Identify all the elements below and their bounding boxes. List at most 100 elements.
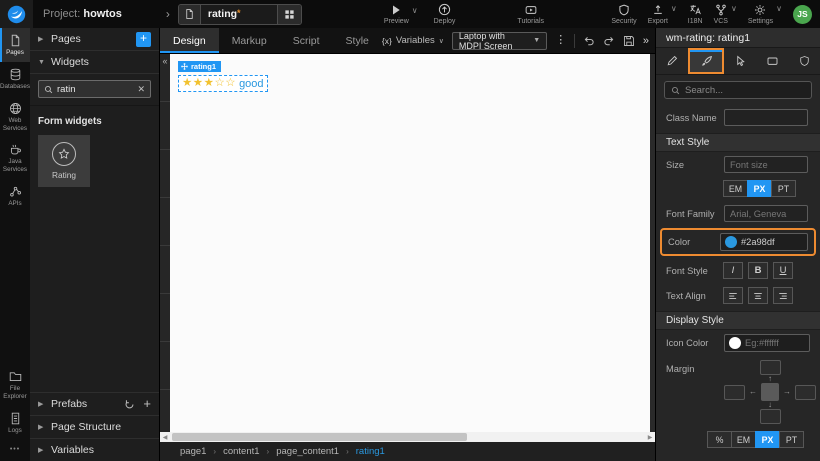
rating-widget-tile[interactable]: Rating bbox=[38, 135, 90, 187]
add-page-button[interactable]: + bbox=[136, 32, 151, 47]
tab-design[interactable]: Design bbox=[160, 28, 219, 53]
pages-section-header[interactable]: ▶ Pages + bbox=[30, 28, 159, 51]
margin-top-input[interactable] bbox=[760, 360, 781, 375]
tab-properties[interactable] bbox=[656, 48, 688, 74]
rating-widget-body[interactable]: ★★★☆☆ good bbox=[178, 75, 268, 92]
rating-widget-on-canvas[interactable]: rating1 ★★★☆☆ good bbox=[178, 57, 268, 92]
export-dropdown-chevron[interactable]: ∨ bbox=[671, 4, 677, 13]
preview-dropdown-chevron[interactable]: ∨ bbox=[412, 6, 418, 15]
rail-item-file-explorer[interactable]: File Explorer bbox=[0, 364, 30, 406]
widgets-section-header[interactable]: ▼ Widgets bbox=[30, 51, 159, 74]
rail-item-databases[interactable]: Databases bbox=[0, 62, 30, 96]
color-value[interactable]: #2a98df bbox=[741, 237, 775, 247]
page-grid-icon[interactable] bbox=[277, 5, 301, 24]
variables-button[interactable]: {x} Variables ∨ bbox=[382, 35, 444, 46]
page-name[interactable]: rating* bbox=[201, 8, 277, 20]
rating-caption: good bbox=[239, 78, 263, 90]
rail-item-pages[interactable]: Pages bbox=[0, 28, 30, 62]
page-selector[interactable]: rating* bbox=[178, 4, 302, 25]
tab-markup[interactable]: Markup bbox=[219, 28, 280, 53]
property-search-input[interactable] bbox=[685, 85, 805, 96]
collapse-left-panel-button[interactable]: « bbox=[162, 54, 167, 68]
class-name-input[interactable] bbox=[724, 109, 808, 126]
undo-button[interactable] bbox=[583, 35, 595, 47]
property-search[interactable] bbox=[664, 81, 812, 99]
selected-widget-tag[interactable]: rating1 bbox=[178, 61, 221, 72]
scrollbar-track[interactable] bbox=[170, 432, 645, 442]
breadcrumb-page1[interactable]: page1 bbox=[180, 446, 206, 457]
tab-style[interactable]: Style bbox=[333, 28, 382, 53]
margin-center-handle[interactable] bbox=[761, 383, 779, 401]
scrollbar-thumb[interactable] bbox=[172, 433, 467, 441]
refresh-prefabs-icon[interactable] bbox=[124, 399, 135, 410]
export-button[interactable]: Export bbox=[648, 4, 668, 25]
collapsed-triangle-icon: ▶ bbox=[38, 423, 45, 431]
i18n-button[interactable]: I18N bbox=[688, 4, 703, 25]
unit-px-button[interactable]: PX bbox=[755, 431, 780, 448]
color-input-group[interactable]: #2a98df bbox=[720, 233, 808, 251]
align-center-button[interactable] bbox=[748, 287, 768, 304]
scroll-right-arrow[interactable]: ▶ bbox=[645, 432, 655, 442]
rail-item-web-services[interactable]: Web Services bbox=[0, 96, 30, 138]
widget-search-input[interactable] bbox=[57, 84, 133, 95]
align-right-button[interactable] bbox=[773, 287, 793, 304]
font-size-input[interactable] bbox=[724, 156, 808, 173]
rail-item-logs[interactable]: Logs bbox=[0, 406, 30, 440]
add-prefab-button[interactable]: + bbox=[143, 399, 151, 409]
rating-stars[interactable]: ★★★☆☆ bbox=[182, 78, 236, 90]
prefabs-section-header[interactable]: ▶ Prefabs + bbox=[30, 392, 159, 415]
breadcrumb-page-content1[interactable]: page_content1 bbox=[276, 446, 339, 457]
unit-percent-button[interactable]: % bbox=[707, 431, 732, 448]
bold-button[interactable]: B bbox=[748, 262, 768, 279]
tutorials-button[interactable]: Tutorials bbox=[517, 4, 544, 25]
unit-px-button[interactable]: PX bbox=[747, 180, 772, 197]
scroll-left-arrow[interactable]: ◀ bbox=[160, 432, 170, 442]
margin-left-input[interactable] bbox=[724, 385, 745, 400]
color-swatch[interactable] bbox=[725, 236, 737, 248]
rail-more-button[interactable]: ••• bbox=[0, 440, 30, 461]
breadcrumb-content1[interactable]: content1 bbox=[223, 446, 259, 457]
design-canvas[interactable]: rating1 ★★★☆☆ good bbox=[170, 54, 650, 432]
tab-devices[interactable] bbox=[756, 48, 788, 74]
settings-button[interactable]: Settings bbox=[748, 4, 773, 25]
rail-item-java-services[interactable]: Java Services bbox=[0, 137, 30, 179]
unit-pt-button[interactable]: PT bbox=[771, 180, 796, 197]
tab-events[interactable] bbox=[724, 48, 756, 74]
expand-panel-button[interactable]: » bbox=[643, 35, 649, 47]
font-family-input[interactable] bbox=[724, 205, 808, 222]
deploy-button[interactable]: Deploy bbox=[434, 3, 456, 25]
italic-button[interactable]: I bbox=[723, 262, 743, 279]
vcs-button[interactable]: VCS bbox=[714, 4, 728, 25]
icon-color-input-group[interactable] bbox=[724, 334, 810, 352]
user-avatar[interactable]: JS bbox=[793, 5, 812, 24]
align-left-button[interactable] bbox=[723, 287, 743, 304]
breadcrumb-chevron-icon: › bbox=[166, 7, 170, 21]
horizontal-scrollbar[interactable]: ◀ ▶ bbox=[160, 432, 655, 442]
variables-section-header[interactable]: ▶ Variables bbox=[30, 438, 159, 461]
margin-right-input[interactable] bbox=[795, 385, 816, 400]
clear-search-icon[interactable]: ✕ bbox=[137, 84, 145, 95]
app-logo[interactable] bbox=[0, 0, 33, 28]
icon-color-input[interactable] bbox=[745, 338, 805, 348]
device-selector[interactable]: Laptop with MDPI Screen ▼ bbox=[452, 32, 547, 50]
tab-security[interactable] bbox=[788, 48, 820, 74]
unit-pt-button[interactable]: PT bbox=[779, 431, 804, 448]
unit-em-button[interactable]: EM bbox=[723, 180, 748, 197]
rail-item-apis[interactable]: APIs bbox=[0, 179, 30, 213]
page-structure-section-header[interactable]: ▶ Page Structure bbox=[30, 415, 159, 438]
margin-bottom-input[interactable] bbox=[760, 409, 781, 424]
widget-search-box[interactable]: ✕ bbox=[38, 80, 151, 98]
canvas-menu-button[interactable]: ⋮ bbox=[555, 35, 566, 46]
underline-button[interactable]: U bbox=[773, 262, 793, 279]
settings-dropdown-chevron[interactable]: ∨ bbox=[776, 4, 782, 13]
security-button[interactable]: Security bbox=[611, 4, 636, 25]
tab-styles[interactable] bbox=[688, 48, 724, 74]
icon-color-swatch[interactable] bbox=[729, 337, 741, 349]
unit-em-button[interactable]: EM bbox=[731, 431, 756, 448]
preview-button[interactable]: Preview bbox=[384, 4, 409, 25]
redo-button[interactable] bbox=[603, 35, 615, 47]
vcs-dropdown-chevron[interactable]: ∨ bbox=[731, 4, 737, 13]
save-button[interactable] bbox=[623, 35, 635, 47]
breadcrumb-rating1[interactable]: rating1 bbox=[356, 446, 385, 457]
tab-script[interactable]: Script bbox=[280, 28, 333, 53]
